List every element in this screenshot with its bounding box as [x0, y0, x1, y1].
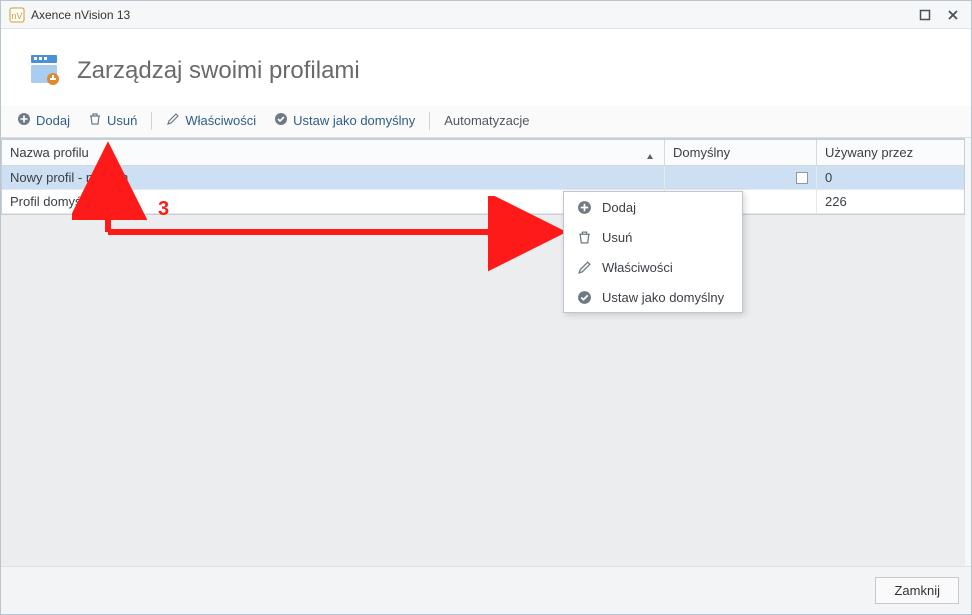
column-default[interactable]: Domyślny: [665, 140, 817, 165]
cell-name: Nowy profil - nVision: [2, 166, 665, 189]
maximize-button[interactable]: [915, 5, 935, 25]
table-row[interactable]: Profil domyślny 226: [2, 190, 964, 214]
app-icon: nV: [9, 7, 25, 23]
delete-button[interactable]: Usuń: [80, 110, 145, 131]
column-used-by[interactable]: Używany przez: [817, 140, 964, 165]
close-button[interactable]: [943, 5, 963, 25]
toolbar: Dodaj Usuń Właściwości Ustaw jako domyśl…: [1, 106, 971, 138]
menu-set-default[interactable]: Ustaw jako domyślny: [564, 282, 742, 312]
profiles-icon: [27, 51, 63, 90]
app-window: nV Axence nVision 13 Zarządzaj swoimi pr…: [0, 0, 972, 615]
footer: Zamknij: [1, 566, 971, 614]
set-default-button[interactable]: Ustaw jako domyślny: [266, 110, 423, 131]
plus-circle-icon: [17, 112, 31, 129]
cell-default: [665, 166, 817, 189]
cell-used-by: 0: [817, 166, 964, 189]
menu-delete[interactable]: Usuń: [564, 222, 742, 252]
page-header: Zarządzaj swoimi profilami: [1, 29, 971, 106]
automations-button[interactable]: Automatyzacje: [436, 111, 537, 130]
profiles-grid: Nazwa profilu Domyślny Używany przez Now…: [1, 139, 965, 215]
menu-properties[interactable]: Właściwości: [564, 252, 742, 282]
sort-ascending-icon: [646, 149, 654, 164]
cell-used-by: 226: [817, 190, 964, 213]
grid-header: Nazwa profilu Domyślny Używany przez: [2, 140, 964, 166]
checkbox-unchecked-icon[interactable]: [796, 172, 808, 184]
close-dialog-button[interactable]: Zamknij: [875, 577, 959, 604]
svg-text:nV: nV: [11, 11, 22, 21]
properties-button[interactable]: Właściwości: [158, 110, 264, 131]
plus-circle-icon: [576, 199, 592, 215]
trash-icon: [576, 229, 592, 245]
check-circle-icon: [576, 289, 592, 305]
trash-icon: [88, 112, 102, 129]
titlebar: nV Axence nVision 13: [1, 1, 971, 29]
pencil-icon: [166, 112, 180, 129]
window-title: Axence nVision 13: [31, 8, 130, 22]
grid-area: Nazwa profilu Domyślny Używany przez Now…: [1, 138, 965, 566]
check-circle-icon: [274, 112, 288, 129]
pencil-icon: [576, 259, 592, 275]
toolbar-separator: [151, 112, 152, 130]
toolbar-separator: [429, 112, 430, 130]
menu-add[interactable]: Dodaj: [564, 192, 742, 222]
table-row[interactable]: Nowy profil - nVision 0: [2, 166, 964, 190]
context-menu: Dodaj Usuń Właściwości Ustaw jako domyśl…: [563, 191, 743, 313]
page-title: Zarządzaj swoimi profilami: [77, 57, 360, 85]
column-name[interactable]: Nazwa profilu: [2, 140, 665, 165]
add-button[interactable]: Dodaj: [9, 110, 78, 131]
